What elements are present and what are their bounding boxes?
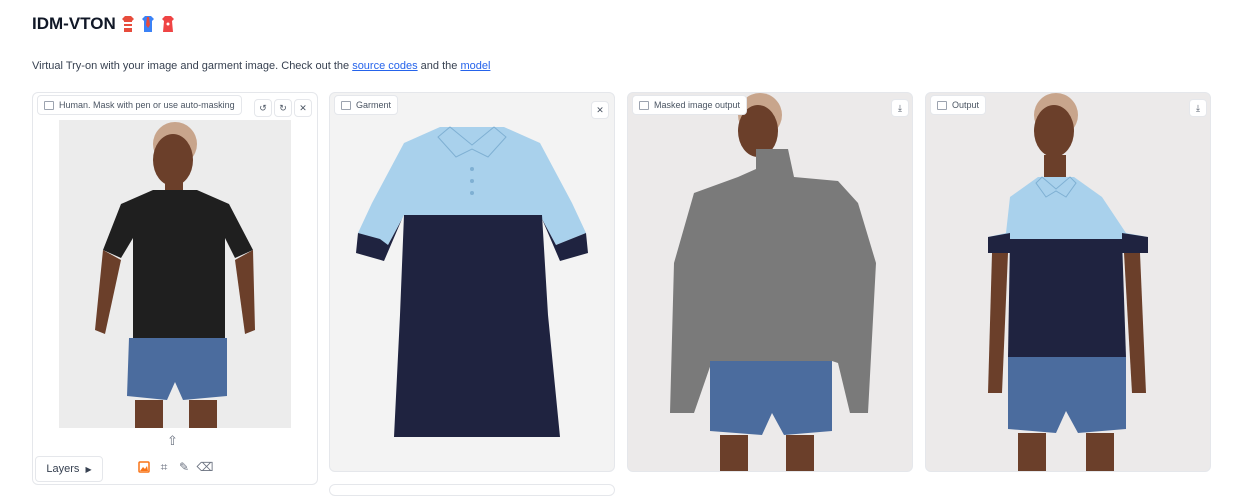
human-label-text: Human. Mask with pen or use auto-masking [59, 100, 235, 110]
masked-download-button[interactable]: ⤓ [891, 99, 909, 117]
human-photo[interactable] [59, 120, 291, 428]
undo-button[interactable]: ↺ [254, 99, 272, 117]
app-title: IDM-VTON [32, 14, 176, 34]
source-codes-link[interactable]: source codes [352, 60, 417, 72]
layers-label: Layers [46, 463, 80, 475]
masked-image-panel: Masked image output ⤓ [627, 92, 913, 472]
garment-description-panel [329, 484, 615, 496]
shirt-icon [121, 16, 134, 32]
masked-photo [670, 93, 876, 471]
garment-image-panel[interactable]: Garment ✕ [329, 92, 615, 472]
human-image-editor[interactable]: Human. Mask with pen or use auto-masking… [32, 92, 318, 485]
output-label-text: Output [952, 100, 980, 110]
image-icon [44, 100, 54, 110]
upload-icon[interactable]: ⇧ [167, 433, 178, 449]
necktie-shirt-icon [141, 16, 154, 32]
image-icon [639, 100, 649, 110]
masked-label: Masked image output [632, 95, 748, 115]
human-label: Human. Mask with pen or use auto-masking [37, 95, 242, 115]
garment-label-text: Garment [356, 100, 392, 110]
eraser-tool-icon[interactable]: ⌫ [197, 460, 214, 474]
image-icon [341, 100, 351, 110]
garment-label: Garment [334, 95, 399, 115]
layers-button[interactable]: Layers ▶ [35, 456, 103, 482]
output-image-panel: Output ⤓ [925, 92, 1211, 472]
image-icon [937, 100, 947, 110]
subtitle-mid: and the [417, 60, 461, 72]
crop-tool-icon[interactable]: ⌗ [157, 460, 171, 474]
subtitle: Virtual Try-on with your image and garme… [32, 60, 490, 72]
image-tool-icon[interactable] [137, 460, 151, 474]
output-download-button[interactable]: ⤓ [1189, 99, 1207, 117]
dress-icon [161, 16, 174, 32]
brush-tool-icon[interactable]: ✎ [177, 460, 191, 474]
output-label: Output [930, 95, 987, 115]
model-link[interactable]: model [460, 60, 490, 72]
title-text: IDM-VTON [32, 14, 116, 33]
subtitle-text: Virtual Try-on with your image and garme… [32, 60, 353, 72]
garment-clear-button[interactable]: ✕ [591, 101, 609, 119]
clear-button[interactable]: ✕ [294, 99, 312, 117]
output-photo [988, 93, 1148, 471]
caret-right-icon: ▶ [85, 464, 92, 474]
masked-label-text: Masked image output [654, 100, 741, 110]
garment-photo [356, 126, 588, 437]
redo-button[interactable]: ↻ [274, 99, 292, 117]
